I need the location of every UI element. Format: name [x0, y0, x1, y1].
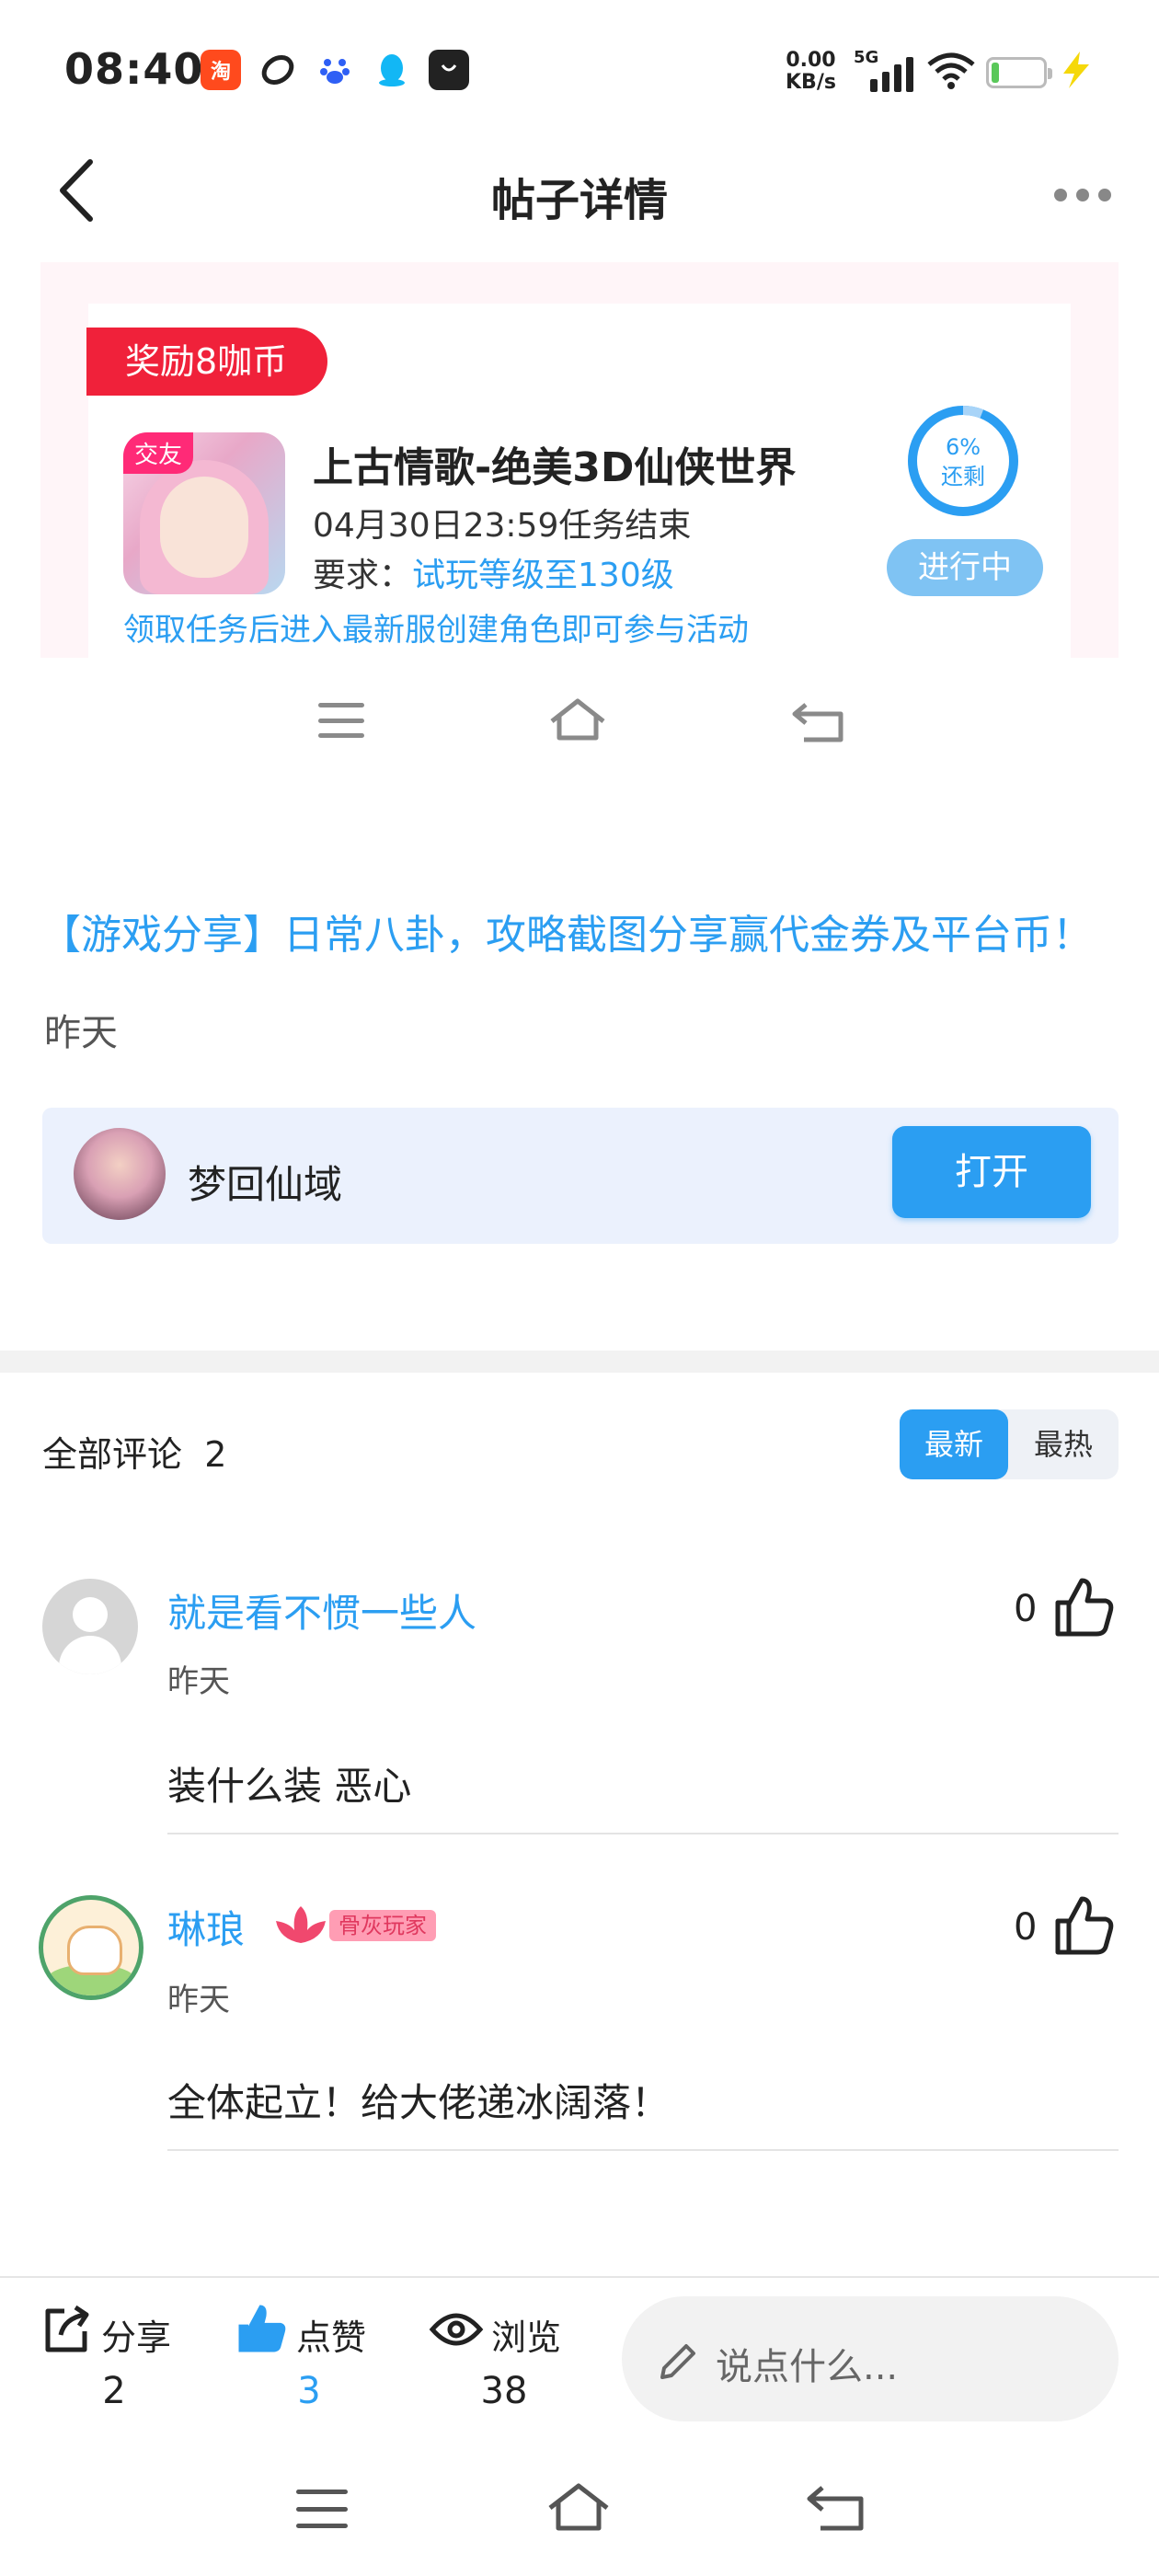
comment-author[interactable]: 就是看不惯一些人: [167, 1582, 476, 1639]
back-nav-icon[interactable]: [806, 2484, 866, 2532]
page-title: 帖子详情: [490, 175, 668, 226]
comment-like-count: 0: [1014, 1588, 1038, 1630]
home-icon[interactable]: [546, 2482, 611, 2534]
comment-time: 昨天: [167, 1982, 230, 2018]
share-icon[interactable]: [40, 2304, 92, 2355]
menu-icon[interactable]: [318, 703, 364, 738]
sort-newest-button[interactable]: 最新: [900, 1409, 1008, 1479]
lotus-badge-icon: [276, 1906, 326, 1943]
comment-author[interactable]: 琳琅: [167, 1899, 245, 1955]
like-count: 3: [297, 2370, 321, 2412]
comment-divider: [167, 2149, 1119, 2151]
task-requirement: 要求：试玩等级至130级: [313, 557, 674, 594]
task-status-badge: 进行中: [887, 539, 1043, 596]
home-icon[interactable]: [548, 697, 607, 743]
view-label: 浏览: [491, 2317, 562, 2358]
comment-divider: [167, 1833, 1119, 1834]
task-deadline: 04月30日23:59任务结束: [313, 507, 692, 545]
comment-like-count: 0: [1014, 1906, 1038, 1949]
reward-badge: 奖励8咖币: [86, 328, 328, 396]
thumbs-up-icon[interactable]: [1054, 1895, 1115, 1956]
share-label[interactable]: 分享: [101, 2309, 171, 2360]
app-icon: [258, 50, 298, 90]
open-app-button[interactable]: 打开: [892, 1126, 1091, 1218]
eye-icon: [429, 2313, 484, 2346]
app-name: 梦回仙域: [188, 1162, 343, 1207]
battery-icon: [986, 57, 1052, 88]
charging-icon: [1058, 50, 1093, 94]
baidu-icon: [315, 50, 355, 90]
avatar[interactable]: [42, 1579, 138, 1674]
game-title: 上古情歌-绝美3D仙侠世界: [313, 444, 797, 491]
post-time: 昨天: [44, 1012, 118, 1054]
comment-placeholder[interactable]: 说点什么...: [716, 2337, 898, 2390]
back-nav-icon[interactable]: [791, 701, 846, 743]
net-speed: 0.00 KB/s: [786, 49, 836, 94]
like-label[interactable]: 点赞: [296, 2309, 366, 2360]
game-icon[interactable]: 交友: [123, 432, 285, 594]
app-avatar: [74, 1128, 166, 1220]
sort-hottest-button[interactable]: 最热: [1008, 1409, 1119, 1479]
view-count: 38: [480, 2370, 528, 2412]
comment-text: 装什么装 恶心: [167, 1764, 412, 1809]
like-icon[interactable]: [235, 2302, 289, 2355]
status-time: 08:40: [64, 44, 204, 94]
user-level-badge: 骨灰玩家: [329, 1910, 436, 1941]
progress-text: 6% 还剩: [941, 434, 985, 489]
qq-icon: [372, 50, 412, 90]
pencil-icon: [660, 2344, 695, 2379]
share-count: 2: [102, 2370, 126, 2412]
comment-text: 全体起立！给大佬递冰阔落！: [167, 2080, 671, 2125]
comment-time: 昨天: [167, 1663, 230, 1700]
game-icon-tag: 交友: [123, 432, 194, 474]
taobao-icon: 淘: [201, 50, 241, 90]
bag-icon: [429, 50, 469, 90]
comments-count: 全部评论 2: [42, 1434, 227, 1475]
signal-icon: [870, 55, 913, 92]
menu-icon[interactable]: [296, 2490, 348, 2528]
more-options-button[interactable]: [1054, 189, 1111, 201]
wifi-icon: [927, 52, 975, 94]
thumbs-up-icon[interactable]: [1054, 1577, 1115, 1638]
post-title[interactable]: 【游戏分享】日常八卦，攻略截图分享赢代金券及平台币！: [40, 902, 1093, 960]
task-note: 领取任务后进入最新服创建角色即可参与活动: [123, 612, 749, 649]
bottom-bar-divider: [0, 2276, 1159, 2278]
section-divider: [0, 1351, 1159, 1373]
avatar[interactable]: [39, 1895, 143, 2000]
status-app-icons: 淘: [201, 50, 469, 90]
embedded-nav-bar: [0, 694, 1159, 749]
